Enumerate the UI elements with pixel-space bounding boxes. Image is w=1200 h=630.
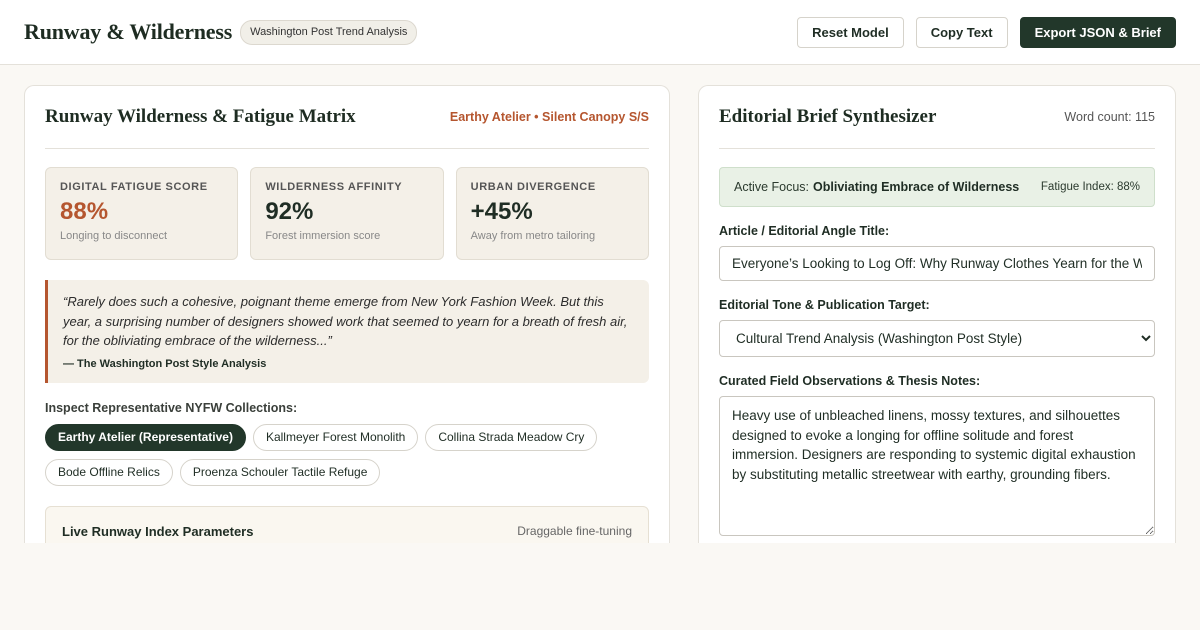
metric-note: Longing to disconnect — [60, 230, 168, 242]
fatigue-matrix-panel: Runway Wilderness & Fatigue Matrix Earth… — [24, 85, 670, 543]
params-title: Live Runway Index Parameters — [62, 523, 254, 539]
thesis-notes-textarea[interactable]: Heavy use of unbleached linens, mossy te… — [719, 396, 1155, 536]
header-actions: Reset Model Copy Text Export JSON & Brie… — [797, 16, 1176, 48]
metric-note: Forest immersion score — [265, 230, 381, 242]
collection-chips: Earthy Atelier (Representative) Kallmeye… — [45, 423, 649, 486]
tone-field-label: Editorial Tone & Publication Target: — [719, 298, 930, 312]
tone-select[interactable]: Cultural Trend Analysis (Washington Post… — [719, 320, 1155, 357]
copy-text-button[interactable]: Copy Text — [915, 16, 1008, 48]
title-field-label: Article / Editorial Angle Title: — [719, 224, 890, 238]
brief-title: Editorial Brief Synthesizer — [719, 106, 937, 127]
collection-chip-bode[interactable]: Bode Offline Relics — [45, 458, 173, 486]
runway-index-params: Live Runway Index Parameters Draggable f… — [45, 505, 649, 543]
export-button[interactable]: Export JSON & Brief — [1019, 16, 1176, 48]
metric-label: URBAN DIVERGENCE — [470, 181, 596, 193]
metric-cards: DIGITAL FATIGUE SCORE 88% Longing to dis… — [45, 167, 649, 260]
editorial-quote: “Rarely does such a cohesive, poignant t… — [45, 280, 649, 383]
top-bar: Runway & Wilderness Washington Post Tren… — [0, 0, 1200, 65]
quote-source: — The Washington Post Style Analysis — [63, 357, 267, 370]
collection-chip-collina-strada[interactable]: Collina Strada Meadow Cry — [425, 423, 598, 451]
metric-note: Away from metro tailoring — [470, 230, 596, 242]
metric-card-wilderness-affinity: WILDERNESS AFFINITY 92% Forest immersion… — [250, 167, 444, 260]
metric-label: WILDERNESS AFFINITY — [265, 181, 403, 193]
article-title-input[interactable] — [719, 246, 1155, 281]
reset-model-button[interactable]: Reset Model — [797, 16, 904, 48]
metric-card-digital-fatigue: DIGITAL FATIGUE SCORE 88% Longing to dis… — [45, 167, 239, 260]
matrix-header: Runway Wilderness & Fatigue Matrix Earth… — [45, 86, 649, 149]
matrix-subtitle: Earthy Atelier • Silent Canopy S/S — [449, 110, 649, 124]
quote-text: “Rarely does such a cohesive, poignant t… — [63, 294, 628, 348]
metric-value: 88% — [60, 198, 109, 225]
collection-chip-proenza-schouler[interactable]: Proenza Schouler Tactile Refuge — [179, 458, 381, 486]
focus-label: Active Focus: — [734, 180, 810, 194]
brand-badge: Washington Post Trend Analysis — [240, 19, 418, 45]
collections-label: Inspect Representative NYFW Collections: — [45, 400, 298, 415]
brief-synthesizer-panel: Editorial Brief Synthesizer Word count: … — [698, 85, 1176, 543]
metric-card-urban-divergence: URBAN DIVERGENCE +45% Away from metro ta… — [455, 167, 649, 260]
active-focus-banner: Active Focus: Obliviating Embrace of Wil… — [719, 167, 1155, 207]
collection-chip-earthy-atelier[interactable]: Earthy Atelier (Representative) — [45, 423, 246, 451]
params-note: Draggable fine-tuning — [517, 523, 632, 538]
collection-chip-kallmeyer[interactable]: Kallmeyer Forest Monolith — [252, 423, 419, 451]
metric-value: 92% — [265, 198, 314, 225]
word-count: Word count: 115 — [1064, 110, 1155, 124]
focus-value: Obliviating Embrace of Wilderness — [813, 180, 1020, 194]
metric-value: +45% — [470, 198, 533, 225]
matrix-title: Runway Wilderness & Fatigue Matrix — [45, 106, 356, 127]
brand-title: Runway & Wilderness — [24, 19, 233, 44]
notes-field-label: Curated Field Observations & Thesis Note… — [719, 374, 981, 388]
metric-label: DIGITAL FATIGUE SCORE — [60, 181, 208, 193]
fatigue-index: Fatigue Index: 88% — [1040, 181, 1140, 193]
brief-header: Editorial Brief Synthesizer Word count: … — [719, 86, 1155, 149]
